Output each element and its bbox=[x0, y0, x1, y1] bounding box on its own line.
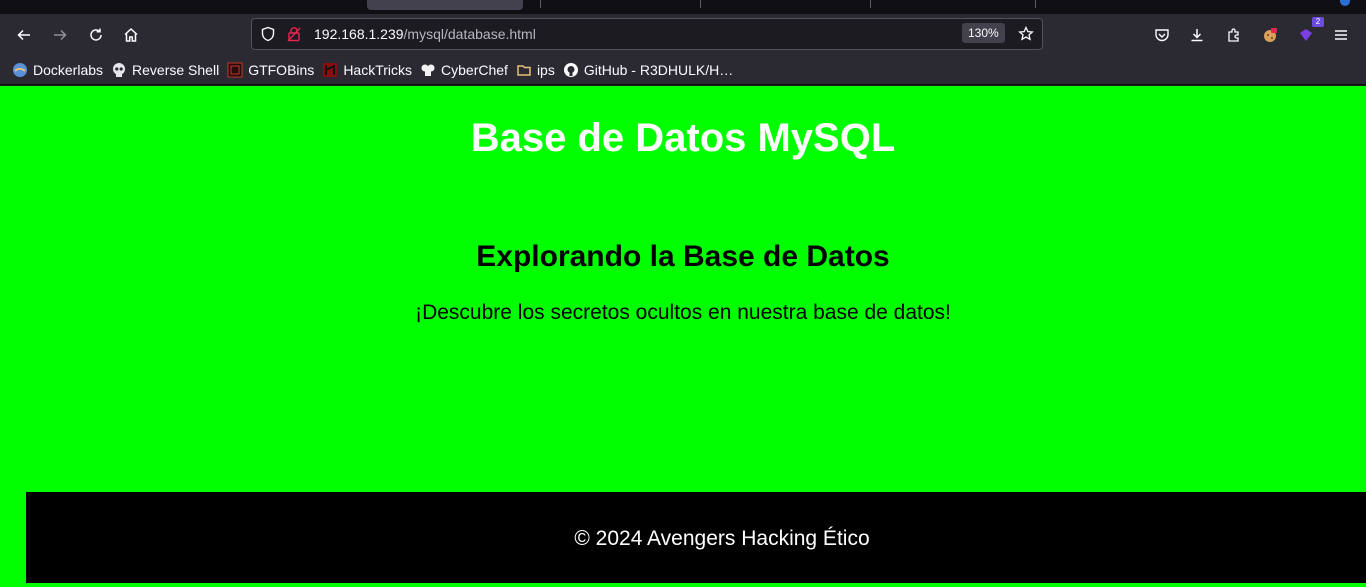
bookmark-label: HackTricks bbox=[343, 62, 413, 78]
downloads-button[interactable] bbox=[1181, 19, 1213, 51]
bookmark-gtfobins[interactable]: GTFOBins bbox=[225, 58, 320, 82]
extension-cookie-button[interactable] bbox=[1254, 19, 1286, 51]
insecure-lock-icon[interactable] bbox=[286, 26, 302, 42]
tab-separator bbox=[1035, 0, 1036, 8]
back-button[interactable] bbox=[8, 19, 40, 51]
reload-icon bbox=[90, 28, 102, 41]
cookie-icon bbox=[1264, 28, 1277, 42]
hacktricks-icon bbox=[322, 62, 338, 78]
shield-icon[interactable] bbox=[260, 26, 276, 42]
url-host: 192.168.1.239 bbox=[314, 26, 404, 42]
bookmark-label: GitHub - R3DHULK/H… bbox=[583, 62, 734, 78]
bookmark-label: GTFOBins bbox=[248, 62, 315, 78]
bookmark-reverse-shell[interactable]: Reverse Shell bbox=[109, 58, 225, 82]
bookmark-cyberchef[interactable]: CyberChef bbox=[418, 58, 514, 82]
gtfobins-icon bbox=[227, 62, 243, 78]
arrow-right-icon bbox=[54, 29, 67, 41]
bookmark-hacktricks[interactable]: HackTricks bbox=[320, 58, 418, 82]
folder-icon bbox=[516, 62, 532, 78]
skull-icon bbox=[111, 62, 127, 78]
page-content: Base de Datos MySQL Explorando la Base d… bbox=[0, 86, 1366, 587]
extension-button[interactable]: 2 bbox=[1290, 17, 1324, 51]
navigation-toolbar: 192.168.1.239/mysql/database.html 130% 2 bbox=[0, 14, 1366, 56]
bookmark-star-icon[interactable] bbox=[1018, 26, 1034, 42]
footer-copyright: © 2024 Avengers Hacking Ético bbox=[574, 527, 870, 550]
puzzle-icon bbox=[1228, 28, 1239, 42]
section-description: ¡Descubre los secretos ocultos en nuestr… bbox=[415, 301, 951, 324]
page-footer: © 2024 Avengers Hacking Ético bbox=[26, 492, 1366, 583]
home-icon bbox=[124, 27, 138, 42]
tab-separator bbox=[700, 0, 701, 8]
url-path: /mysql/database.html bbox=[403, 26, 536, 42]
forward-button[interactable] bbox=[44, 19, 76, 51]
bookmark-label: ips bbox=[536, 62, 555, 78]
page-title: Base de Datos MySQL bbox=[470, 116, 896, 160]
bookmark-label: Dockerlabs bbox=[33, 62, 104, 78]
zoom-level-button[interactable]: 130% bbox=[962, 23, 1005, 43]
bookmark-label: CyberChef bbox=[441, 62, 508, 78]
menu-button[interactable] bbox=[1325, 19, 1357, 51]
bookmark-github[interactable]: GitHub - R3DHULK/H… bbox=[561, 58, 739, 82]
bookmark-ips[interactable]: ips bbox=[514, 58, 561, 82]
download-icon bbox=[1191, 29, 1203, 42]
home-button[interactable] bbox=[115, 19, 147, 51]
github-icon bbox=[563, 62, 579, 78]
bookmark-label: Reverse Shell bbox=[132, 62, 220, 78]
extension-badge: 2 bbox=[1312, 17, 1324, 27]
tab-separator bbox=[540, 0, 541, 8]
hamburger-menu-icon bbox=[1335, 30, 1347, 40]
tab-indicator bbox=[1340, 0, 1350, 6]
reload-button[interactable] bbox=[80, 19, 112, 51]
bookmarks-toolbar: Dockerlabs Reverse Shell GTFOBins HackTr… bbox=[0, 56, 1366, 85]
extensions-button[interactable] bbox=[1218, 19, 1250, 51]
section-heading: Explorando la Base de Datos bbox=[476, 240, 890, 273]
extension-icon bbox=[1300, 29, 1312, 41]
tab-separator bbox=[870, 0, 871, 8]
chef-icon bbox=[420, 62, 436, 78]
bookmark-dockerlabs[interactable]: Dockerlabs bbox=[10, 58, 109, 82]
url-text[interactable]: 192.168.1.239/mysql/database.html bbox=[314, 26, 536, 42]
address-bar[interactable]: 192.168.1.239/mysql/database.html 130% bbox=[251, 18, 1043, 50]
dockerlabs-icon bbox=[12, 62, 28, 78]
arrow-left-icon bbox=[17, 29, 30, 41]
active-tab[interactable] bbox=[367, 0, 523, 10]
pocket-icon bbox=[1155, 29, 1169, 42]
tab-strip bbox=[0, 0, 1366, 14]
pocket-button[interactable] bbox=[1146, 19, 1178, 51]
